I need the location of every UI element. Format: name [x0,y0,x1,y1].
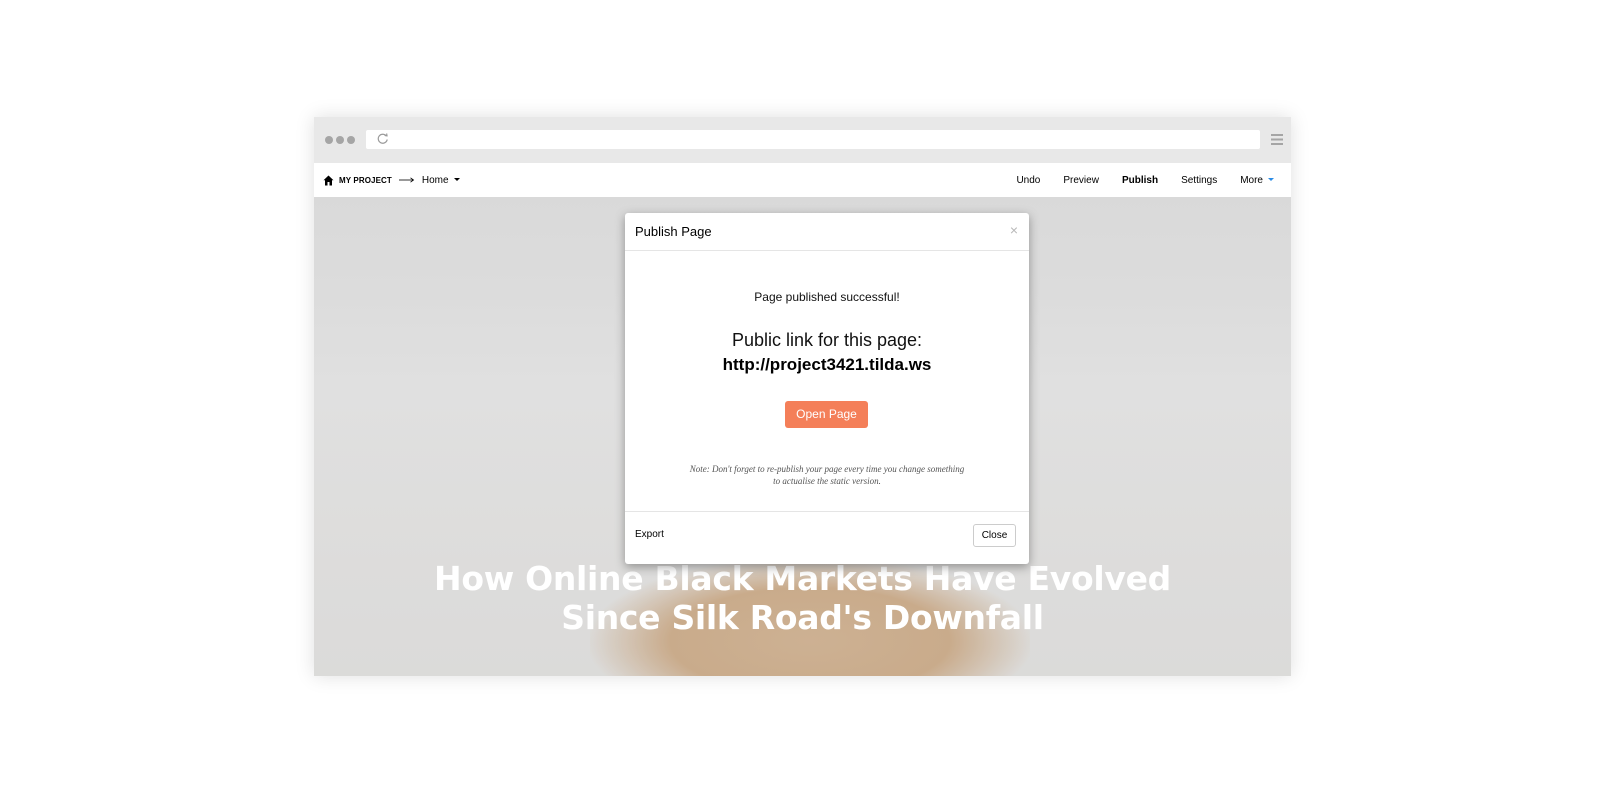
publish-dialog: Publish Page × Page published successful… [625,213,1029,564]
public-link-url[interactable]: http://project3421.tilda.ws [625,355,1029,375]
success-message: Page published successful! [754,290,900,304]
window-dots-icon [325,136,355,144]
hamburger-icon[interactable] [1271,133,1283,146]
arrow-right-icon [398,177,415,183]
close-icon[interactable]: × [1010,222,1018,238]
breadcrumb: MY PROJECT Home [323,163,460,197]
note-line: Note: Don't forget to re-publish your pa… [689,464,965,474]
caret-down-icon [1268,178,1274,182]
open-page-button[interactable]: Open Page [785,401,868,428]
browser-chrome [314,117,1291,163]
note-line: to actualise the static version. [773,476,881,486]
dialog-title: Publish Page [635,224,712,239]
page-selector[interactable]: Home [422,175,460,186]
more-menu-label: More [1240,174,1263,186]
more-menu[interactable]: More [1240,175,1274,186]
undo-button[interactable]: Undo [1016,175,1040,186]
export-link[interactable]: Export [635,529,664,540]
dialog-header: Publish Page × [625,213,1029,251]
publish-button[interactable]: Publish [1122,175,1158,186]
browser-window: MY PROJECT Home Undo Preview Publish Set… [314,117,1291,676]
window-dot [325,136,333,144]
navbar-actions: Undo Preview Publish Settings More [993,163,1274,197]
public-link-label: Public link for this page: [731,330,923,350]
page-selector-label: Home [421,174,449,186]
editor-navbar: MY PROJECT Home Undo Preview Publish Set… [314,163,1291,197]
preview-button[interactable]: Preview [1063,175,1099,186]
address-bar[interactable] [366,130,1260,149]
project-name-link[interactable]: MY PROJECT [339,176,392,185]
close-button[interactable]: Close [973,524,1016,547]
republish-note: Note: Don't forget to re-publish your pa… [665,463,989,487]
window-dot [336,136,344,144]
window-dot [347,136,355,144]
dialog-footer: Export Close [625,511,1029,564]
settings-button[interactable]: Settings [1181,175,1217,186]
caret-down-icon [453,178,460,182]
reload-icon[interactable] [376,132,390,146]
home-icon[interactable] [323,175,334,186]
